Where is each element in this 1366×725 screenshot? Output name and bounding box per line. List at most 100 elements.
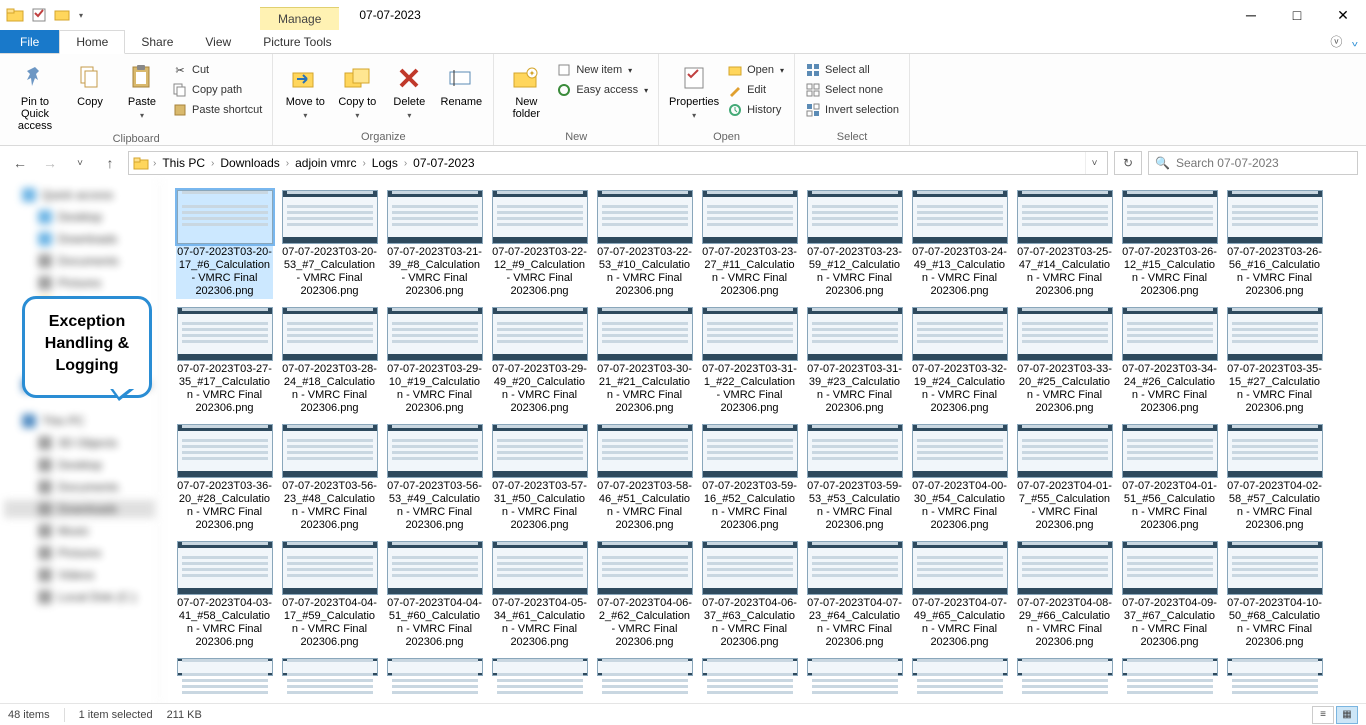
ribbon-collapse-icon[interactable]: ⓥ bbox=[1330, 33, 1342, 50]
breadcrumb-item[interactable]: Logs bbox=[370, 156, 400, 170]
file-item[interactable]: 07-07-2023T04-01-51_#56_Calculation - VM… bbox=[1117, 422, 1222, 539]
history-button[interactable]: History bbox=[725, 100, 786, 120]
tab-home[interactable]: Home bbox=[59, 30, 125, 54]
file-item[interactable]: 07-07-2023T03-28-24_#18_Calculation - VM… bbox=[277, 305, 382, 422]
new-folder-icon[interactable] bbox=[52, 4, 74, 26]
file-item[interactable]: 07-07-2023T03-21-39_#8_Calculation - VMR… bbox=[382, 188, 487, 305]
breadcrumb-item[interactable]: 07-07-2023 bbox=[411, 156, 476, 170]
file-item[interactable]: 07-07-2023T03-26-56_#16_Calculation - VM… bbox=[1222, 188, 1327, 305]
breadcrumb-item[interactable]: This PC bbox=[160, 156, 207, 170]
file-item[interactable]: 07-07-2023T04-05-34_#61_Calculation - VM… bbox=[487, 539, 592, 656]
open-button[interactable]: Open▾ bbox=[725, 60, 786, 80]
file-item[interactable]: 07-07-2023T03-23-27_#11_Calculation - VM… bbox=[697, 188, 802, 305]
chevron-right-icon[interactable]: › bbox=[286, 158, 289, 169]
file-item[interactable]: 07-07-2023T04-07-49_#65_Calculation - VM… bbox=[907, 539, 1012, 656]
back-button[interactable]: ← bbox=[8, 151, 32, 175]
file-item[interactable]: 07-07-2023T03-26-12_#15_Calculation - VM… bbox=[1117, 188, 1222, 305]
breadcrumb-item[interactable]: Downloads bbox=[218, 156, 281, 170]
file-item[interactable]: 07-07-2023T03-32-19_#24_Calculation - VM… bbox=[907, 305, 1012, 422]
file-item[interactable]: 07-07-2023T03-33-20_#25_Calculation - VM… bbox=[1012, 305, 1117, 422]
properties-icon[interactable] bbox=[28, 4, 50, 26]
file-item[interactable]: 07-07-2023T03-59-53_#53_Calculation - VM… bbox=[802, 422, 907, 539]
pin-to-quick-access-button[interactable]: Pin to Quick access bbox=[8, 60, 62, 132]
chevron-right-icon[interactable]: › bbox=[404, 158, 407, 169]
search-box[interactable]: 🔍 Search 07-07-2023 bbox=[1148, 151, 1358, 175]
cut-button[interactable]: ✂Cut bbox=[170, 60, 264, 80]
file-item[interactable] bbox=[382, 656, 487, 682]
file-item[interactable]: 07-07-2023T04-04-51_#60_Calculation - VM… bbox=[382, 539, 487, 656]
close-button[interactable]: ✕ bbox=[1320, 0, 1366, 30]
file-item[interactable]: 07-07-2023T03-22-12_#9_Calculation - VMR… bbox=[487, 188, 592, 305]
maximize-button[interactable]: □ bbox=[1274, 0, 1320, 30]
new-item-button[interactable]: New item▾ bbox=[554, 60, 650, 80]
edit-button[interactable]: Edit bbox=[725, 80, 786, 100]
chevron-right-icon[interactable]: › bbox=[211, 158, 214, 169]
file-item[interactable]: 07-07-2023T04-02-58_#57_Calculation - VM… bbox=[1222, 422, 1327, 539]
file-item[interactable] bbox=[697, 656, 802, 682]
file-item[interactable]: 07-07-2023T04-09-37_#67_Calculation - VM… bbox=[1117, 539, 1222, 656]
help-icon[interactable]: ^ bbox=[1352, 35, 1358, 49]
file-item[interactable]: 07-07-2023T03-35-15_#27_Calculation - VM… bbox=[1222, 305, 1327, 422]
file-item[interactable]: 07-07-2023T04-00-30_#54_Calculation - VM… bbox=[907, 422, 1012, 539]
copy-to-button[interactable]: Copy to▾ bbox=[333, 60, 381, 122]
file-item[interactable]: 07-07-2023T03-29-49_#20_Calculation - VM… bbox=[487, 305, 592, 422]
up-button[interactable]: ↑ bbox=[98, 151, 122, 175]
manage-tab[interactable]: Manage bbox=[260, 7, 339, 30]
file-item[interactable]: 07-07-2023T03-27-35_#17_Calculation - VM… bbox=[172, 305, 277, 422]
paste-button[interactable]: Paste ▾ bbox=[118, 60, 166, 122]
file-item[interactable] bbox=[907, 656, 1012, 682]
file-item[interactable]: 07-07-2023T03-30-21_#21_Calculation - VM… bbox=[592, 305, 697, 422]
file-item[interactable]: 07-07-2023T03-25-47_#14_Calculation - VM… bbox=[1012, 188, 1117, 305]
file-item[interactable]: 07-07-2023T03-20-17_#6_Calculation - VMR… bbox=[172, 188, 277, 305]
forward-button[interactable]: → bbox=[38, 151, 62, 175]
file-item[interactable]: 07-07-2023T03-29-10_#19_Calculation - VM… bbox=[382, 305, 487, 422]
file-item[interactable]: 07-07-2023T03-31-1_#22_Calculation - VMR… bbox=[697, 305, 802, 422]
navigation-pane[interactable]: Quick access Desktop Downloads Documents… bbox=[0, 180, 160, 703]
tab-share[interactable]: Share bbox=[125, 30, 189, 53]
file-item[interactable]: 07-07-2023T03-34-24_#26_Calculation - VM… bbox=[1117, 305, 1222, 422]
file-item[interactable]: 07-07-2023T03-58-46_#51_Calculation - VM… bbox=[592, 422, 697, 539]
file-item[interactable]: 07-07-2023T04-08-29_#66_Calculation - VM… bbox=[1012, 539, 1117, 656]
invert-selection-button[interactable]: Invert selection bbox=[803, 100, 901, 120]
file-item[interactable]: 07-07-2023T03-56-23_#48_Calculation - VM… bbox=[277, 422, 382, 539]
file-item[interactable]: 07-07-2023T04-06-2_#62_Calculation - VMR… bbox=[592, 539, 697, 656]
file-item[interactable]: 07-07-2023T03-56-53_#49_Calculation - VM… bbox=[382, 422, 487, 539]
minimize-button[interactable]: ─ bbox=[1228, 0, 1274, 30]
delete-button[interactable]: Delete▾ bbox=[385, 60, 433, 122]
address-bar[interactable]: › This PC › Downloads › adjoin vmrc › Logs › 07-… bbox=[128, 151, 1108, 175]
new-folder-button[interactable]: ✦New folder bbox=[502, 60, 550, 120]
tab-file[interactable]: File bbox=[0, 30, 59, 53]
rename-button[interactable]: Rename bbox=[437, 60, 485, 108]
thumbnails-view-button[interactable]: ▦ bbox=[1336, 706, 1358, 724]
folder-icon[interactable] bbox=[4, 4, 26, 26]
address-dropdown-icon[interactable]: ˅ bbox=[1085, 152, 1103, 174]
file-item[interactable]: 07-07-2023T04-06-37_#63_Calculation - VM… bbox=[697, 539, 802, 656]
file-item[interactable] bbox=[802, 656, 907, 682]
select-none-button[interactable]: Select none bbox=[803, 80, 901, 100]
file-list[interactable]: 07-07-2023T03-20-17_#6_Calculation - VMR… bbox=[160, 180, 1366, 703]
file-item[interactable]: 07-07-2023T03-36-20_#28_Calculation - VM… bbox=[172, 422, 277, 539]
file-item[interactable] bbox=[1012, 656, 1117, 682]
breadcrumb-item[interactable]: adjoin vmrc bbox=[293, 156, 358, 170]
file-item[interactable]: 07-07-2023T03-31-39_#23_Calculation - VM… bbox=[802, 305, 907, 422]
file-item[interactable]: 07-07-2023T03-23-59_#12_Calculation - VM… bbox=[802, 188, 907, 305]
file-item[interactable] bbox=[487, 656, 592, 682]
move-to-button[interactable]: Move to▾ bbox=[281, 60, 329, 122]
chevron-right-icon[interactable]: › bbox=[362, 158, 365, 169]
easy-access-button[interactable]: Easy access▾ bbox=[554, 80, 650, 100]
refresh-button[interactable]: ↻ bbox=[1114, 151, 1142, 175]
paste-shortcut-button[interactable]: Paste shortcut bbox=[170, 100, 264, 120]
file-item[interactable] bbox=[592, 656, 697, 682]
file-item[interactable]: 07-07-2023T04-10-50_#68_Calculation - VM… bbox=[1222, 539, 1327, 656]
select-all-button[interactable]: Select all bbox=[803, 60, 901, 80]
recent-locations-button[interactable]: ˅ bbox=[68, 151, 92, 175]
file-item[interactable]: 07-07-2023T04-01-7_#55_Calculation - VMR… bbox=[1012, 422, 1117, 539]
details-view-button[interactable]: ≡ bbox=[1312, 706, 1334, 724]
file-item[interactable] bbox=[1117, 656, 1222, 682]
file-item[interactable]: 07-07-2023T03-24-49_#13_Calculation - VM… bbox=[907, 188, 1012, 305]
chevron-right-icon[interactable]: › bbox=[153, 158, 156, 169]
file-item[interactable]: 07-07-2023T04-04-17_#59_Calculation - VM… bbox=[277, 539, 382, 656]
tab-view[interactable]: View bbox=[189, 30, 247, 53]
file-item[interactable]: 07-07-2023T03-59-16_#52_Calculation - VM… bbox=[697, 422, 802, 539]
tab-picture-tools[interactable]: Picture Tools bbox=[247, 30, 347, 53]
